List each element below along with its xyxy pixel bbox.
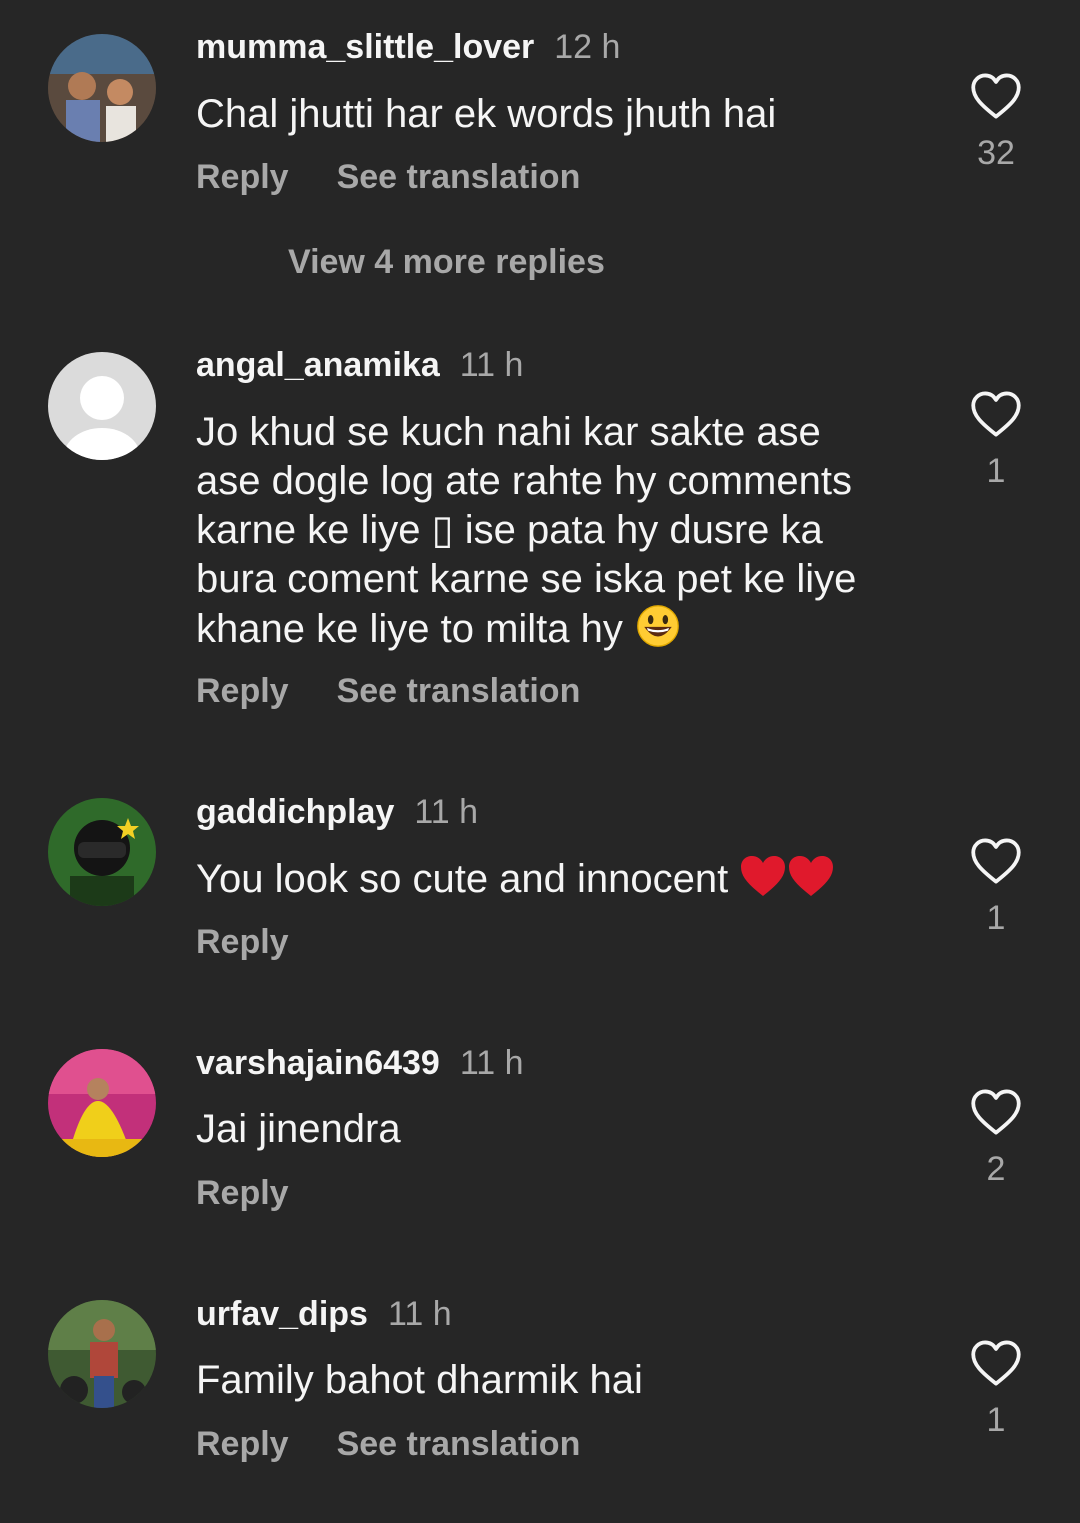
comment-header: urfav_dips 11 h	[196, 1295, 452, 1334]
comment-header: angal_anamika 11 h	[196, 346, 523, 385]
view-more-replies-button[interactable]: View 4 more replies	[288, 243, 605, 282]
like-control: 1	[966, 1339, 1026, 1440]
username[interactable]: urfav_dips	[196, 1295, 368, 1333]
avatar[interactable]	[48, 798, 156, 906]
reply-button[interactable]: Reply	[196, 158, 289, 196]
avatar[interactable]	[48, 352, 156, 460]
grinning-face-emoji	[634, 604, 682, 660]
heart-outline-icon[interactable]	[970, 72, 1022, 120]
avatar[interactable]	[48, 34, 156, 142]
see-translation-button[interactable]: See translation	[337, 158, 581, 196]
username[interactable]: gaddichplay	[196, 793, 394, 831]
like-control: 1	[966, 837, 1026, 938]
comment-text-line: karne ke liye ▯ ise pata hy dusre ka	[196, 508, 823, 552]
comment-text-line: ase dogle log ate rahte hy comments	[196, 459, 852, 503]
comment-actions: Reply	[196, 1174, 289, 1213]
comment-actions: Reply See translation	[196, 1425, 580, 1464]
timestamp: 12 h	[554, 28, 621, 66]
comment-text-line: bura coment karne se iska pet ke liye	[196, 557, 857, 601]
see-translation-button[interactable]: See translation	[337, 672, 581, 710]
username[interactable]: angal_anamika	[196, 346, 440, 384]
reply-button[interactable]: Reply	[196, 923, 289, 961]
like-count: 2	[986, 1150, 1006, 1188]
timestamp: 11 h	[459, 346, 524, 384]
username[interactable]: varshajain6439	[196, 1044, 440, 1082]
comment-header: varshajain6439 11 h	[196, 1044, 524, 1083]
heart-outline-icon[interactable]	[970, 1088, 1022, 1136]
comment-text-line: Jo khud se kuch nahi kar sakte ase	[196, 410, 821, 454]
comment-text: Family bahot dharmik hai	[196, 1358, 643, 1402]
heart-outline-icon[interactable]	[970, 837, 1022, 885]
timestamp: 11 h	[459, 1044, 524, 1082]
comment-text: You look so cute and innocent	[196, 854, 916, 910]
reply-button[interactable]: Reply	[196, 1425, 289, 1463]
like-control: 1	[966, 390, 1026, 491]
like-control: 2	[966, 1088, 1026, 1189]
comment-text: Chal jhutti har ek words jhuth hai	[196, 92, 777, 136]
comment-actions: Reply See translation	[196, 158, 580, 197]
timestamp: 11 h	[414, 793, 479, 831]
comment-text-fragment: You look so cute and innocent	[196, 857, 729, 901]
comment-header: gaddichplay 11 h	[196, 793, 478, 832]
avatar[interactable]	[48, 1300, 156, 1408]
like-count: 1	[986, 1401, 1006, 1439]
like-count: 32	[977, 134, 1015, 172]
reply-button[interactable]: Reply	[196, 672, 289, 710]
like-count: 1	[986, 452, 1006, 490]
like-count: 1	[986, 899, 1006, 937]
heart-outline-icon[interactable]	[970, 1339, 1022, 1387]
comment-actions: Reply	[196, 923, 289, 962]
comment-actions: Reply See translation	[196, 672, 580, 711]
username[interactable]: mumma_slittle_lover	[196, 28, 534, 66]
avatar[interactable]	[48, 1049, 156, 1157]
comment-text: Jo khud se kuch nahi kar sakte ase ase d…	[196, 408, 916, 660]
comment-text-fragment: khane ke liye to milta hy	[196, 607, 623, 651]
comment-text: Jai jinendra	[196, 1107, 401, 1151]
comment-text-line: khane ke liye to milta hy	[196, 604, 916, 660]
like-control: 32	[966, 72, 1026, 173]
red-heart-emoji	[739, 854, 787, 910]
comment-header: mumma_slittle_lover 12 h	[196, 28, 620, 67]
red-heart-emoji	[787, 854, 835, 910]
see-translation-button[interactable]: See translation	[337, 1425, 581, 1463]
heart-outline-icon[interactable]	[970, 390, 1022, 438]
timestamp: 11 h	[387, 1295, 452, 1333]
reply-button[interactable]: Reply	[196, 1174, 289, 1212]
